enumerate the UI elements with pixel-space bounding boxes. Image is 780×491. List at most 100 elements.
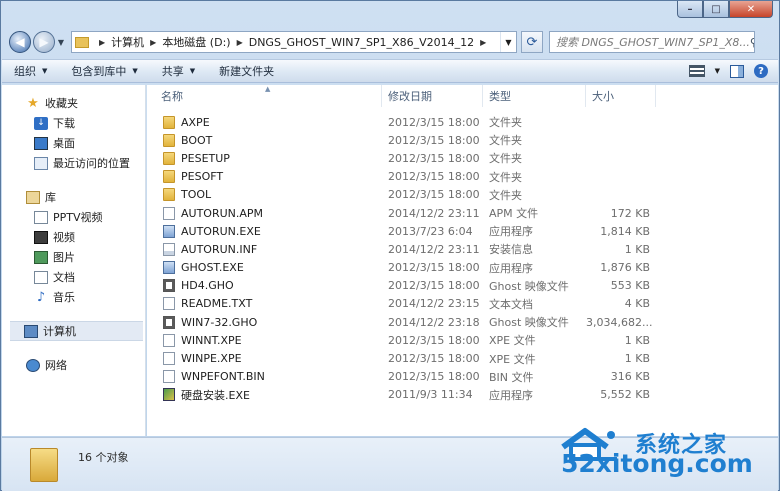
- file-row[interactable]: PESETUP 2012/3/15 18:00 文件夹: [147, 149, 778, 167]
- file-name: BOOT: [181, 133, 213, 147]
- sidebar-item-favorites[interactable]: ★ 收藏夹: [2, 93, 145, 113]
- chevron-down-icon[interactable]: ▼: [715, 67, 720, 75]
- refresh-button[interactable]: ⟳: [521, 31, 543, 53]
- chevron-right-icon[interactable]: ▶: [480, 38, 486, 47]
- file-row[interactable]: TOOL 2012/3/15 18:00 文件夹: [147, 186, 778, 204]
- sidebar-item-label: 收藏夹: [45, 97, 78, 110]
- sidebar-item-label: 库: [45, 191, 56, 204]
- file-date: 2014/12/2 23:18: [388, 315, 480, 329]
- sidebar-item-music[interactable]: ♪ 音乐: [2, 287, 145, 307]
- file-row[interactable]: AUTORUN.APM 2014/12/2 23:11 APM 文件 172 KB: [147, 204, 778, 222]
- share-button[interactable]: 共享 ▼: [150, 63, 207, 79]
- search-icon[interactable]: ⚲: [750, 36, 754, 49]
- column-header-size[interactable]: 大小: [586, 85, 656, 107]
- sidebar-item-pictures[interactable]: 图片: [2, 247, 145, 267]
- file-type: Ghost 映像文件: [489, 316, 569, 330]
- address-dropdown-button[interactable]: ▼: [500, 32, 516, 52]
- file-row[interactable]: PESOFT 2012/3/15 18:00 文件夹: [147, 168, 778, 186]
- file-rows: AXPE 2012/3/15 18:00 文件夹 BOOT 2012/3/15 18:0…: [147, 113, 778, 404]
- file-list: 名称 ▲ 修改日期 类型 大小 AXPE 2012/3/15 18:00 文件夹 BO…: [147, 85, 778, 436]
- file-row[interactable]: WINPE.XPE 2012/3/15 18:00 XPE 文件 1 KB: [147, 349, 778, 367]
- file-name-cell: AUTORUN.INF: [147, 242, 382, 256]
- file-type: 文件夹: [489, 188, 522, 202]
- file-row[interactable]: AUTORUN.EXE 2013/7/23 6:04 应用程序 1,814 KB: [147, 222, 778, 240]
- file-type: 应用程序: [489, 225, 533, 239]
- file-name-cell: HD4.GHO: [147, 279, 382, 293]
- breadcrumb-computer[interactable]: 计算机: [111, 34, 144, 50]
- chevron-right-icon[interactable]: ▶: [237, 38, 243, 47]
- file-date: 2014/12/2 23:15: [388, 297, 480, 311]
- watermark-url: 52xitong.com: [561, 449, 753, 478]
- breadcrumb-drive[interactable]: 本地磁盘 (D:): [162, 34, 230, 50]
- file-name: PESETUP: [181, 151, 230, 165]
- preview-pane-icon[interactable]: [730, 64, 744, 78]
- file-row[interactable]: AXPE 2012/3/15 18:00 文件夹: [147, 113, 778, 131]
- back-button[interactable]: ◀: [9, 31, 31, 53]
- file-name-cell: AUTORUN.APM: [147, 206, 382, 220]
- file-row[interactable]: README.TXT 2014/12/2 23:15 文本文档 4 KB: [147, 295, 778, 313]
- view-options-icon[interactable]: [688, 65, 705, 77]
- folder-icon: [75, 36, 89, 48]
- chevron-right-icon[interactable]: ▶: [99, 38, 105, 47]
- include-in-library-label: 包含到库中: [71, 65, 127, 78]
- file-row[interactable]: WIN7-32.GHO 2014/12/2 23:18 Ghost 映像文件 3,03…: [147, 313, 778, 331]
- sidebar-item-documents[interactable]: 文档: [2, 267, 145, 287]
- file-date: 2012/3/15 18:00: [388, 115, 480, 129]
- recent-pages-dropdown[interactable]: ▼: [55, 38, 67, 47]
- file-type: 文本文档: [489, 297, 533, 311]
- file-type: APM 文件: [489, 207, 539, 221]
- folder-icon: [163, 133, 175, 147]
- chevron-right-icon[interactable]: ▶: [150, 38, 156, 47]
- file-size: 1 KB: [624, 352, 650, 366]
- ghost-image-icon: [163, 315, 175, 329]
- sidebar-item-libraries[interactable]: 库: [2, 187, 145, 207]
- file-date: 2012/3/15 18:00: [388, 170, 480, 184]
- sidebar-item-network[interactable]: 网络: [2, 355, 145, 375]
- file-name: WINPE.XPE: [181, 352, 242, 366]
- file-date: 2011/9/3 11:34: [388, 388, 473, 402]
- star-icon: ★: [27, 95, 39, 111]
- file-name: AUTORUN.EXE: [181, 224, 261, 238]
- sidebar-item-desktop[interactable]: 桌面: [2, 133, 145, 153]
- column-header-type[interactable]: 类型: [483, 85, 586, 107]
- sidebar-item-downloads[interactable]: ↓ 下载: [2, 113, 145, 133]
- minimize-button[interactable]: –: [677, 1, 703, 18]
- file-type: 文件夹: [489, 134, 522, 148]
- setup-info-icon: [163, 242, 175, 256]
- sidebar-item-label: 桌面: [53, 137, 75, 150]
- file-row[interactable]: AUTORUN.INF 2014/12/2 23:11 安装信息 1 KB: [147, 240, 778, 258]
- file-name: HD4.GHO: [181, 279, 234, 293]
- address-bar[interactable]: ▶ 计算机 ▶ 本地磁盘 (D:) ▶ DNGS_GHOST_WIN7_SP1_…: [71, 31, 517, 53]
- file-row[interactable]: WINNT.XPE 2012/3/15 18:00 XPE 文件 1 KB: [147, 331, 778, 349]
- include-in-library-button[interactable]: 包含到库中 ▼: [59, 63, 149, 79]
- search-input[interactable]: 搜索 DNGS_GHOST_WIN7_SP1_X8... ⚲: [549, 31, 755, 53]
- file-row[interactable]: WNPEFONT.BIN 2012/3/15 18:00 BIN 文件 316 KB: [147, 368, 778, 386]
- sidebar-item-videos[interactable]: 视频: [2, 227, 145, 247]
- organize-button[interactable]: 组织 ▼: [2, 63, 59, 79]
- file-date: 2012/3/15 18:00: [388, 333, 480, 347]
- file-name-cell: BOOT: [147, 133, 382, 147]
- column-header-date[interactable]: 修改日期: [382, 85, 483, 107]
- sidebar-item-label: 下载: [53, 117, 75, 130]
- forward-button[interactable]: ▶: [33, 31, 55, 53]
- sidebar-item-recent-places[interactable]: 最近访问的位置: [2, 153, 145, 173]
- file-date: 2012/3/15 18:00: [388, 188, 480, 202]
- file-row[interactable]: BOOT 2012/3/15 18:00 文件夹: [147, 131, 778, 149]
- file-name-cell: AUTORUN.EXE: [147, 224, 382, 238]
- file-date: 2012/3/15 18:00: [388, 133, 480, 147]
- close-button[interactable]: ✕: [729, 1, 773, 18]
- file-row[interactable]: HD4.GHO 2012/3/15 18:00 Ghost 映像文件 553 KB: [147, 277, 778, 295]
- maximize-button[interactable]: □: [703, 1, 729, 18]
- file-icon: [163, 370, 175, 384]
- new-folder-button[interactable]: 新建文件夹: [207, 63, 286, 79]
- file-row[interactable]: 硬盘安装.EXE 2011/9/3 11:34 应用程序 5,552 KB: [147, 386, 778, 404]
- breadcrumb-folder[interactable]: DNGS_GHOST_WIN7_SP1_X86_V2014_12: [249, 36, 474, 49]
- sidebar-item-pptv-video[interactable]: PPTV视频: [2, 207, 145, 227]
- sidebar-item-computer[interactable]: 计算机: [10, 321, 143, 341]
- file-icon: [163, 352, 175, 366]
- search-placeholder: 搜索 DNGS_GHOST_WIN7_SP1_X8...: [556, 36, 750, 49]
- column-header-name[interactable]: 名称 ▲: [147, 85, 382, 107]
- file-row[interactable]: GHOST.EXE 2012/3/15 18:00 应用程序 1,876 KB: [147, 259, 778, 277]
- file-name: AUTORUN.INF: [181, 242, 258, 256]
- help-icon[interactable]: ?: [754, 64, 768, 78]
